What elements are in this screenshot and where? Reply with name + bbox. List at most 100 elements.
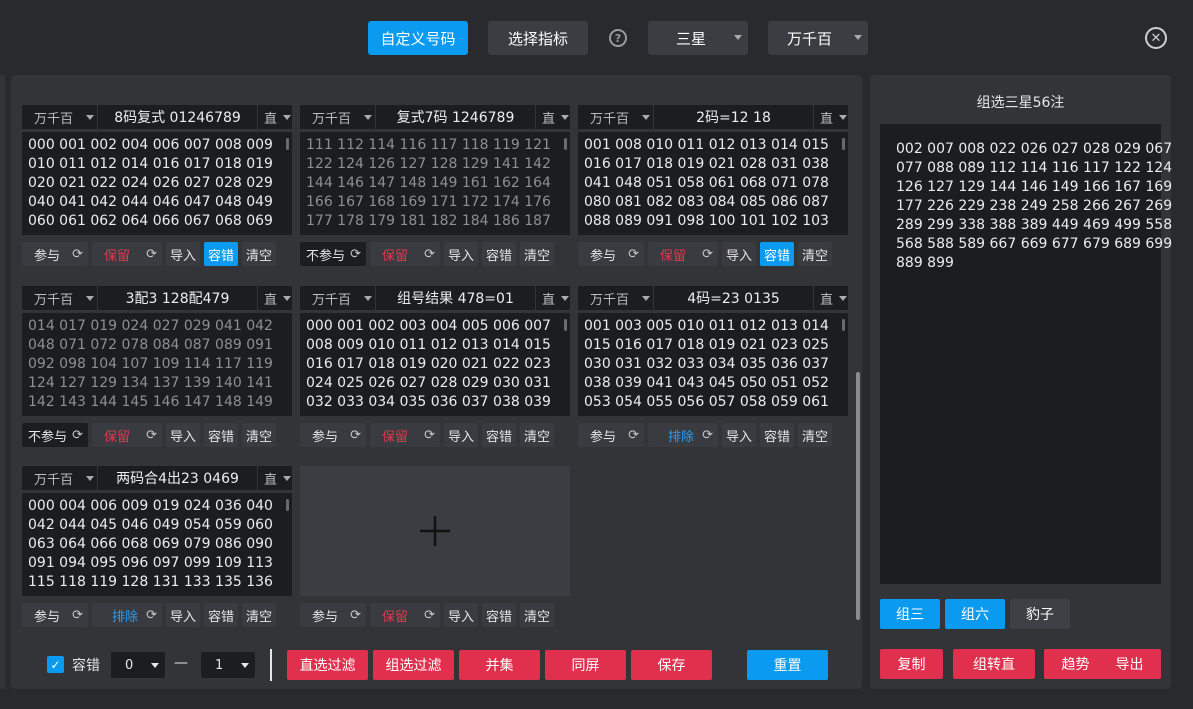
- keep-toggle[interactable]: 保留 ⟳: [370, 423, 440, 447]
- scrollbar[interactable]: [564, 319, 567, 331]
- refresh-icon[interactable]: ⟳: [702, 428, 713, 443]
- group-to-direct-button[interactable]: 组转直: [953, 649, 1035, 679]
- clear-button[interactable]: 清空: [520, 603, 554, 627]
- mode-dropdown[interactable]: 直: [813, 105, 848, 129]
- tolerance-checkbox[interactable]: ✓: [47, 656, 64, 673]
- export-button[interactable]: 导出: [1098, 649, 1161, 679]
- participate-toggle[interactable]: 不参与 ⟳: [300, 242, 366, 266]
- panel-title[interactable]: 4码=23 0135: [654, 286, 813, 310]
- participate-toggle[interactable]: 参与 ⟳: [22, 603, 88, 627]
- panel-title[interactable]: 组号结果 478=01: [376, 286, 535, 310]
- position-dropdown[interactable]: 万千百: [22, 105, 98, 129]
- refresh-icon[interactable]: ⟳: [702, 247, 713, 262]
- refresh-icon[interactable]: ⟳: [146, 608, 157, 623]
- same-screen-button[interactable]: 同屏: [545, 650, 626, 680]
- panel-title[interactable]: 8码复式 01246789: [98, 105, 257, 129]
- clear-button[interactable]: 清空: [520, 423, 554, 447]
- refresh-icon[interactable]: ⟳: [424, 428, 435, 443]
- tab-group6[interactable]: 组六: [945, 599, 1005, 629]
- clear-button[interactable]: 清空: [242, 423, 276, 447]
- select-indicator-button[interactable]: 选择指标: [488, 21, 588, 55]
- participate-toggle[interactable]: 参与 ⟳: [300, 423, 366, 447]
- tolerance-button[interactable]: 容错: [760, 242, 794, 266]
- position-dropdown[interactable]: 万千百: [22, 286, 98, 310]
- add-panel-button[interactable]: [300, 466, 570, 596]
- panel-title[interactable]: 3配3 128配479: [98, 286, 257, 310]
- refresh-icon[interactable]: ⟳: [146, 247, 157, 262]
- scrollbar[interactable]: [564, 138, 567, 150]
- number-list[interactable]: 001 008 010 011 012 013 014 015 016 017 0…: [578, 132, 848, 235]
- refresh-icon[interactable]: ⟳: [628, 428, 639, 443]
- import-button[interactable]: 导入: [166, 242, 200, 266]
- refresh-icon[interactable]: ⟳: [424, 247, 435, 262]
- scrollbar[interactable]: [842, 319, 845, 331]
- clear-button[interactable]: 清空: [798, 423, 832, 447]
- position-select[interactable]: 万千百: [768, 21, 868, 55]
- star-select[interactable]: 三星: [648, 21, 748, 55]
- mode-dropdown[interactable]: 直: [535, 105, 570, 129]
- result-list[interactable]: 002 007 008 022 026 027 028 029 067 077 0…: [880, 124, 1172, 584]
- mode-dropdown[interactable]: 直: [257, 286, 292, 310]
- import-button[interactable]: 导入: [166, 603, 200, 627]
- import-button[interactable]: 导入: [444, 603, 478, 627]
- tolerance-button[interactable]: 容错: [482, 603, 516, 627]
- union-button[interactable]: 并集: [459, 650, 540, 680]
- number-list[interactable]: 000 004 006 009 019 024 036 040 042 044 0…: [22, 493, 292, 596]
- tolerance-button[interactable]: 容错: [204, 423, 238, 447]
- refresh-icon[interactable]: ⟳: [350, 608, 361, 623]
- participate-toggle[interactable]: 参与 ⟳: [300, 603, 366, 627]
- refresh-icon[interactable]: ⟳: [628, 247, 639, 262]
- number-list[interactable]: 000 001 002 004 006 007 008 009 010 011 0…: [22, 132, 292, 235]
- scrollbar[interactable]: [842, 138, 845, 150]
- tolerance-max-select[interactable]: 1: [201, 652, 255, 678]
- number-list[interactable]: 014 017 019 024 027 029 041 042 048 071 0…: [22, 313, 292, 416]
- participate-toggle[interactable]: 参与 ⟳: [578, 242, 644, 266]
- scrollbar[interactable]: [286, 499, 289, 511]
- refresh-icon[interactable]: ⟳: [350, 428, 361, 443]
- import-button[interactable]: 导入: [444, 423, 478, 447]
- number-list[interactable]: 000 001 002 003 004 005 006 007 008 009 0…: [300, 313, 570, 416]
- clear-button[interactable]: 清空: [242, 603, 276, 627]
- mode-dropdown[interactable]: 直: [257, 466, 292, 490]
- refresh-icon[interactable]: ⟳: [146, 428, 157, 443]
- panel-title[interactable]: 复式7码 1246789: [376, 105, 535, 129]
- help-icon[interactable]: ?: [609, 29, 627, 47]
- participate-toggle[interactable]: 不参与 ⟳: [22, 423, 88, 447]
- clear-button[interactable]: 清空: [242, 242, 276, 266]
- keep-toggle[interactable]: 保留 ⟳: [648, 242, 718, 266]
- copy-button[interactable]: 复制: [880, 649, 943, 679]
- tolerance-button[interactable]: 容错: [482, 242, 516, 266]
- import-button[interactable]: 导入: [722, 242, 756, 266]
- import-button[interactable]: 导入: [444, 242, 478, 266]
- mode-dropdown[interactable]: 直: [535, 286, 570, 310]
- keep-toggle[interactable]: 保留 ⟳: [92, 242, 162, 266]
- tab-leopard[interactable]: 豹子: [1010, 599, 1070, 629]
- exclude-toggle[interactable]: 排除 ⟳: [92, 603, 162, 627]
- close-icon[interactable]: ✕: [1145, 27, 1167, 49]
- main-scrollbar[interactable]: [856, 372, 860, 620]
- tolerance-button[interactable]: 容错: [760, 423, 794, 447]
- direct-filter-button[interactable]: 直选过滤: [287, 650, 368, 680]
- tab-group3[interactable]: 组三: [880, 599, 940, 629]
- refresh-icon[interactable]: ⟳: [72, 608, 83, 623]
- keep-toggle[interactable]: 保留 ⟳: [92, 423, 162, 447]
- number-list[interactable]: 001 003 005 010 011 012 013 014 015 016 0…: [578, 313, 848, 416]
- panel-title[interactable]: 两码合4出23 0469: [98, 466, 257, 490]
- mode-dropdown[interactable]: 直: [257, 105, 292, 129]
- position-dropdown[interactable]: 万千百: [578, 105, 654, 129]
- tolerance-button[interactable]: 容错: [482, 423, 516, 447]
- clear-button[interactable]: 清空: [520, 242, 554, 266]
- tolerance-min-select[interactable]: 0: [111, 652, 165, 678]
- refresh-icon[interactable]: ⟳: [72, 247, 83, 262]
- reset-button[interactable]: 重置: [747, 650, 828, 680]
- save-button[interactable]: 保存: [631, 650, 712, 680]
- scrollbar[interactable]: [286, 138, 289, 150]
- participate-toggle[interactable]: 参与 ⟳: [22, 242, 88, 266]
- import-button[interactable]: 导入: [722, 423, 756, 447]
- clear-button[interactable]: 清空: [798, 242, 832, 266]
- keep-toggle[interactable]: 保留 ⟳: [370, 242, 440, 266]
- number-list[interactable]: 111 112 114 116 117 118 119 121 122 124 1…: [300, 132, 570, 235]
- position-dropdown[interactable]: 万千百: [22, 466, 98, 490]
- keep-toggle[interactable]: 保留 ⟳: [370, 603, 440, 627]
- group-filter-button[interactable]: 组选过滤: [373, 650, 454, 680]
